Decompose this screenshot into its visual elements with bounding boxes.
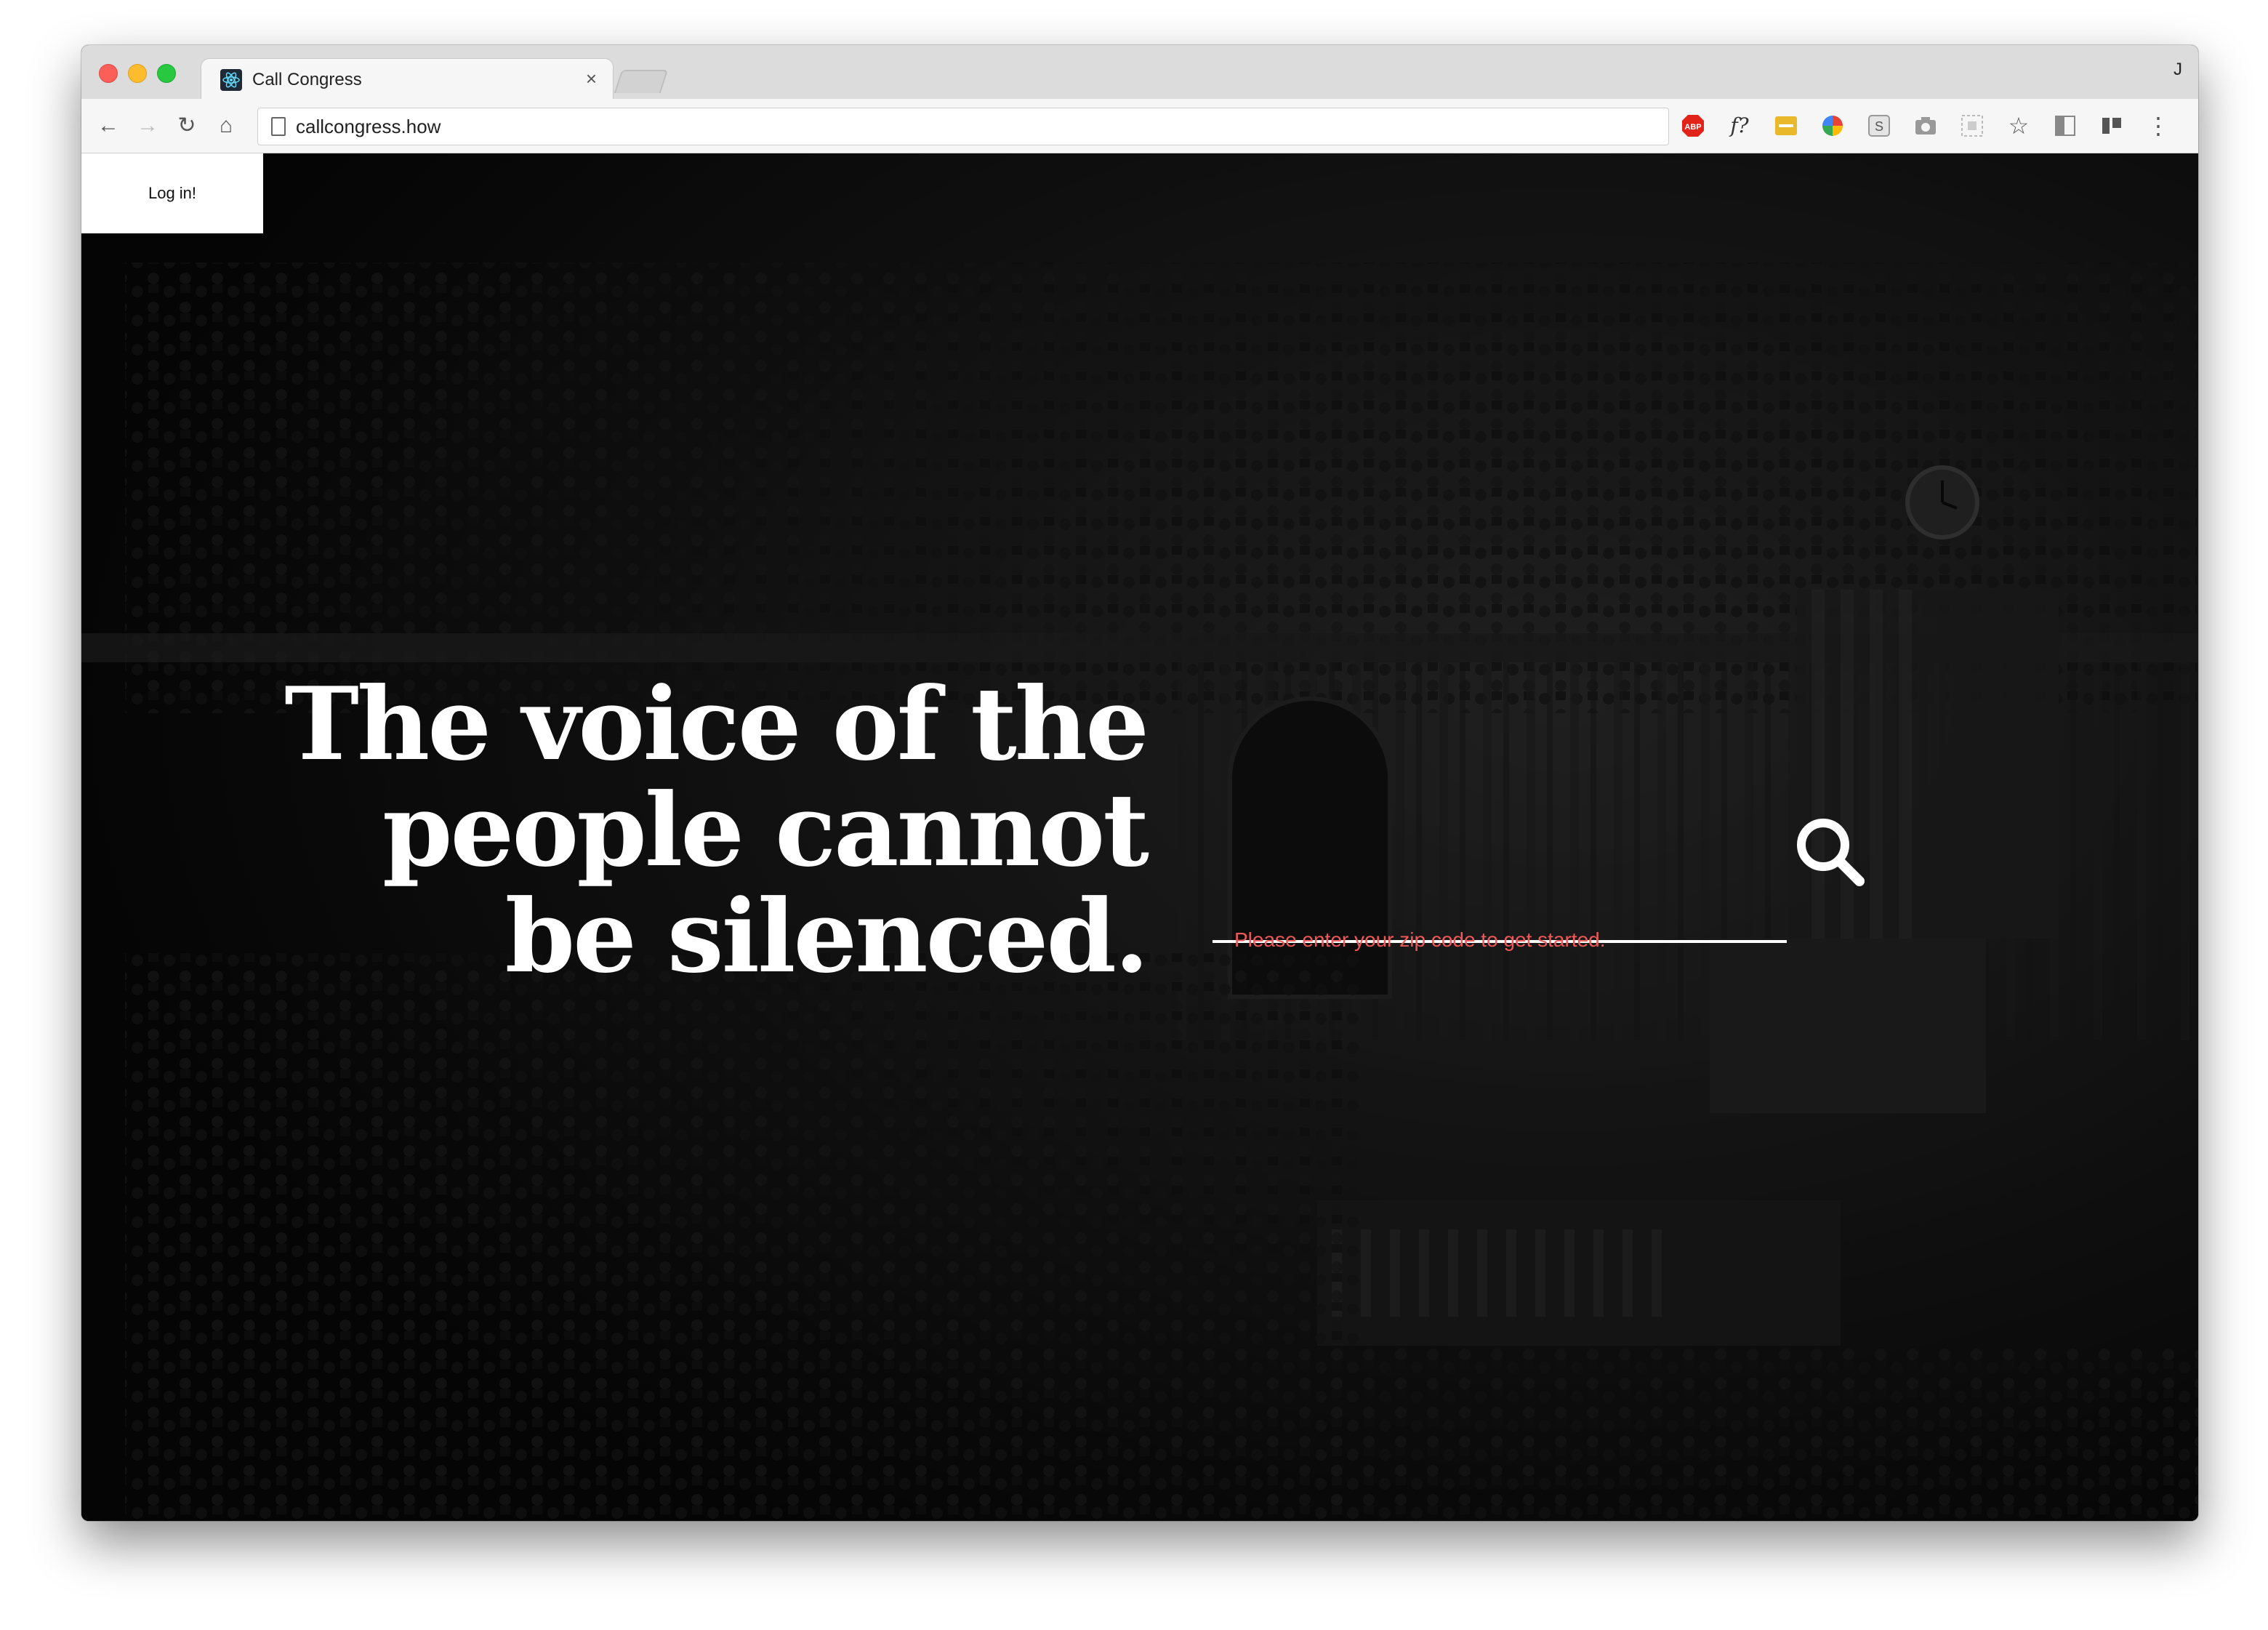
- forward-arrow-icon[interactable]: →: [134, 112, 161, 140]
- window-minimize-button[interactable]: [128, 64, 147, 83]
- font-identifier-icon[interactable]: f?: [1727, 113, 1752, 138]
- adblock-plus-icon[interactable]: ABP: [1681, 113, 1705, 138]
- color-picker-icon[interactable]: [1820, 113, 1845, 138]
- url-text[interactable]: callcongress.how: [296, 116, 441, 137]
- reader-extension-icon[interactable]: [2099, 113, 2124, 138]
- page-headline: The voice of the people cannot be silenc…: [284, 665, 1149, 995]
- tab-strip: Call Congress × J: [81, 45, 2198, 101]
- search-icon: [1797, 819, 1865, 886]
- window-maximize-button[interactable]: [157, 64, 176, 83]
- adblock-label: ABP: [1684, 123, 1701, 132]
- new-tab-button[interactable]: [614, 70, 669, 93]
- react-favicon-icon: [220, 69, 242, 91]
- tab-call-congress[interactable]: Call Congress ×: [201, 58, 614, 101]
- home-icon[interactable]: ⌂: [212, 112, 240, 140]
- s-extension-icon[interactable]: S: [1867, 113, 1891, 138]
- extension-yellow-icon[interactable]: [1774, 113, 1798, 138]
- window-close-button[interactable]: [99, 64, 118, 83]
- reload-icon[interactable]: ↻: [173, 112, 201, 140]
- browser-toolbar: ← → ↻ ⌂ callcongress.how ABP f? S ☆ ⋮: [81, 99, 2198, 153]
- s-extension-label: S: [1875, 119, 1883, 134]
- search-button[interactable]: [1782, 808, 1870, 895]
- tab-title: Call Congress: [252, 70, 362, 89]
- page-content: Log in! The voice of the people cannot b…: [81, 153, 2198, 1521]
- camera-icon[interactable]: [1913, 113, 1938, 138]
- bookmark-star-icon[interactable]: ☆: [2006, 113, 2031, 138]
- sidebar-extension-icon[interactable]: [2053, 113, 2078, 138]
- menu-kebab-icon[interactable]: ⋮: [2146, 113, 2171, 138]
- address-bar[interactable]: callcongress.how: [257, 108, 1669, 145]
- zip-helper-text: Please enter your zip code to get starte…: [1234, 928, 1606, 951]
- login-button[interactable]: Log in!: [81, 153, 263, 233]
- tab-close-icon[interactable]: ×: [586, 68, 597, 89]
- page-info-icon[interactable]: [271, 117, 286, 136]
- grid-extension-icon[interactable]: [1960, 113, 1984, 138]
- profile-button[interactable]: J: [2174, 60, 2182, 80]
- browser-window: Call Congress × J ← → ↻ ⌂ callcongress.h…: [81, 45, 2198, 1521]
- back-arrow-icon[interactable]: ←: [94, 112, 122, 140]
